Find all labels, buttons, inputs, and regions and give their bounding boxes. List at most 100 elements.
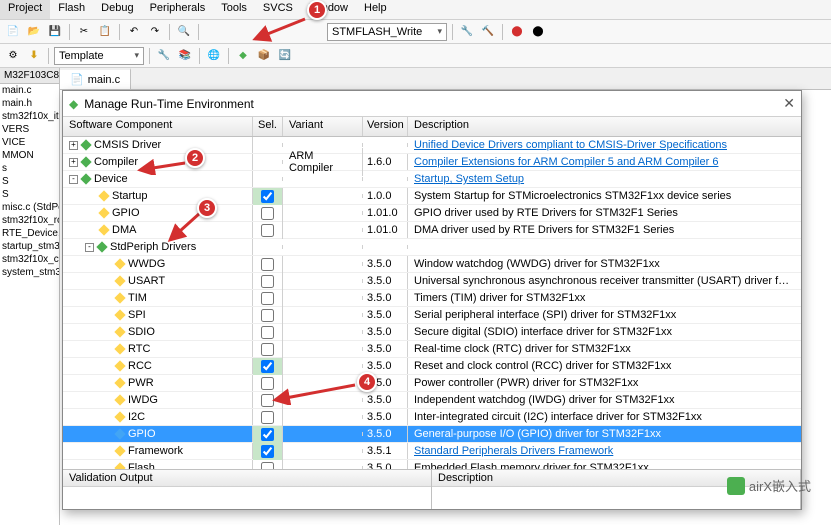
- select-checkbox[interactable]: [261, 394, 274, 407]
- menu-tools[interactable]: Tools: [213, 0, 255, 19]
- col-header-desc[interactable]: Description: [408, 117, 801, 136]
- tool-icon[interactable]: 🔍: [175, 23, 193, 41]
- project-item[interactable]: startup_stm32: [0, 240, 59, 253]
- component-row[interactable]: RTC3.5.0Real-time clock (RTC) driver for…: [63, 341, 801, 358]
- project-item[interactable]: stm32f10x_co: [0, 253, 59, 266]
- tree-toggle-icon[interactable]: +: [69, 141, 78, 150]
- project-item[interactable]: VICE: [0, 136, 59, 149]
- component-row[interactable]: TIM3.5.0Timers (TIM) driver for STM32F1x…: [63, 290, 801, 307]
- select-checkbox[interactable]: [261, 190, 274, 203]
- component-row[interactable]: +CompilerARM Compiler1.6.0Compiler Exten…: [63, 154, 801, 171]
- tool-icon[interactable]: ↷: [146, 23, 164, 41]
- select-checkbox[interactable]: [261, 445, 274, 458]
- tool-icon[interactable]: 📄: [4, 23, 22, 41]
- tree-toggle-icon[interactable]: -: [85, 243, 94, 252]
- component-row[interactable]: +CMSIS DriverUnified Device Drivers comp…: [63, 137, 801, 154]
- options-icon[interactable]: 🔧: [155, 47, 173, 65]
- component-row[interactable]: GPIO3.5.0General-purpose I/O (GPIO) driv…: [63, 426, 801, 443]
- tool-icon[interactable]: ✂: [75, 23, 93, 41]
- component-row[interactable]: Flash3.5.0Embedded Flash memory driver f…: [63, 460, 801, 469]
- tool-icon[interactable]: 💾: [46, 23, 64, 41]
- tree-toggle-icon[interactable]: -: [69, 175, 78, 184]
- component-row[interactable]: IWDG3.5.0Independent watchdog (IWDG) dri…: [63, 392, 801, 409]
- component-row[interactable]: USART3.5.0Universal synchronous asynchro…: [63, 273, 801, 290]
- menu-flash[interactable]: Flash: [50, 0, 93, 19]
- tool-icon[interactable]: 📦: [255, 47, 273, 65]
- component-row[interactable]: GPIO1.01.0GPIO driver used by RTE Driver…: [63, 205, 801, 222]
- tool-icon[interactable]: 🔄: [276, 47, 294, 65]
- menu-help[interactable]: Help: [356, 0, 395, 19]
- project-item[interactable]: misc.c (StdPe: [0, 201, 59, 214]
- select-checkbox[interactable]: [261, 411, 274, 424]
- menu-peripherals[interactable]: Peripherals: [142, 0, 214, 19]
- menu-project[interactable]: Project: [0, 0, 50, 19]
- description-link[interactable]: Compiler Extensions for ARM Compiler 5 a…: [414, 156, 718, 168]
- select-checkbox[interactable]: [261, 292, 274, 305]
- component-row[interactable]: SPI3.5.0Serial peripheral interface (SPI…: [63, 307, 801, 324]
- component-row[interactable]: DMA1.01.0DMA driver used by RTE Drivers …: [63, 222, 801, 239]
- component-row[interactable]: WWDG3.5.0Window watchdog (WWDG) driver f…: [63, 256, 801, 273]
- select-checkbox[interactable]: [261, 207, 274, 220]
- select-checkbox[interactable]: [261, 258, 274, 271]
- component-row[interactable]: SDIO3.5.0Secure digital (SDIO) interface…: [63, 324, 801, 341]
- target-dropdown[interactable]: STMFLASH_Write: [327, 23, 447, 41]
- select-checkbox[interactable]: [261, 377, 274, 390]
- project-item[interactable]: main.h: [0, 97, 59, 110]
- col-header-version[interactable]: Version: [363, 117, 408, 136]
- version-cell: 3.5.0: [363, 273, 408, 289]
- component-row[interactable]: Startup1.0.0System Startup for STMicroel…: [63, 188, 801, 205]
- project-item[interactable]: main.c: [0, 84, 59, 97]
- project-item[interactable]: stm32f10x_rcc: [0, 214, 59, 227]
- select-checkbox[interactable]: [261, 326, 274, 339]
- manage-rte-icon[interactable]: ◆: [234, 47, 252, 65]
- tool-icon[interactable]: 📚: [176, 47, 194, 65]
- tool-icon[interactable]: 🔨: [479, 23, 497, 41]
- grid-body[interactable]: +CMSIS DriverUnified Device Drivers comp…: [63, 137, 801, 469]
- version-cell: 3.5.0: [363, 256, 408, 272]
- project-item[interactable]: stm32f10x_it.c: [0, 110, 59, 123]
- select-checkbox[interactable]: [261, 275, 274, 288]
- project-item[interactable]: S: [0, 175, 59, 188]
- tab-main-c[interactable]: 📄 main.c: [60, 68, 131, 89]
- component-row[interactable]: RCC3.5.0Reset and clock control (RCC) dr…: [63, 358, 801, 375]
- select-checkbox[interactable]: [261, 309, 274, 322]
- menu-debug[interactable]: Debug: [93, 0, 141, 19]
- component-label: DMA: [112, 224, 136, 236]
- tool-icon[interactable]: 🔧: [458, 23, 476, 41]
- menu-svcs[interactable]: SVCS: [255, 0, 301, 19]
- project-item[interactable]: S: [0, 188, 59, 201]
- component-row[interactable]: -DeviceStartup, System Setup: [63, 171, 801, 188]
- description-link[interactable]: Unified Device Drivers compliant to CMSI…: [414, 139, 727, 151]
- tool-icon[interactable]: 📋: [96, 23, 114, 41]
- tree-toggle-icon[interactable]: +: [69, 158, 78, 167]
- build-icon[interactable]: ⚙: [4, 47, 22, 65]
- select-checkbox[interactable]: [261, 462, 274, 470]
- tool-icon[interactable]: ⬤: [529, 23, 547, 41]
- col-header-component[interactable]: Software Component: [63, 117, 253, 136]
- col-header-sel[interactable]: Sel.: [253, 117, 283, 136]
- component-row[interactable]: Framework3.5.1Standard Peripherals Drive…: [63, 443, 801, 460]
- select-checkbox[interactable]: [261, 343, 274, 356]
- tool-icon[interactable]: ⬤: [508, 23, 526, 41]
- select-checkbox[interactable]: [261, 428, 274, 441]
- tool-icon[interactable]: ↶: [125, 23, 143, 41]
- project-item[interactable]: RTE_Device.h: [0, 227, 59, 240]
- col-header-variant[interactable]: Variant: [283, 117, 363, 136]
- component-row[interactable]: PWR3.5.0Power controller (PWR) driver fo…: [63, 375, 801, 392]
- template-dropdown[interactable]: Template: [54, 47, 144, 65]
- tool-icon[interactable]: 📂: [25, 23, 43, 41]
- project-item[interactable]: system_stm32: [0, 266, 59, 279]
- load-icon[interactable]: ⬇: [25, 47, 43, 65]
- project-item[interactable]: MMON: [0, 149, 59, 162]
- select-checkbox[interactable]: [261, 224, 274, 237]
- select-checkbox[interactable]: [261, 360, 274, 373]
- description-link[interactable]: Standard Peripherals Drivers Framework: [414, 445, 613, 457]
- project-item[interactable]: s: [0, 162, 59, 175]
- component-row[interactable]: I2C3.5.0Inter-integrated circuit (I2C) i…: [63, 409, 801, 426]
- close-icon[interactable]: ✕: [783, 95, 795, 112]
- watermark: airX嵌入式: [727, 476, 811, 495]
- project-item[interactable]: VERS: [0, 123, 59, 136]
- description-link[interactable]: Startup, System Setup: [414, 173, 524, 185]
- tool-icon[interactable]: 🌐: [205, 47, 223, 65]
- component-row[interactable]: -StdPeriph Drivers: [63, 239, 801, 256]
